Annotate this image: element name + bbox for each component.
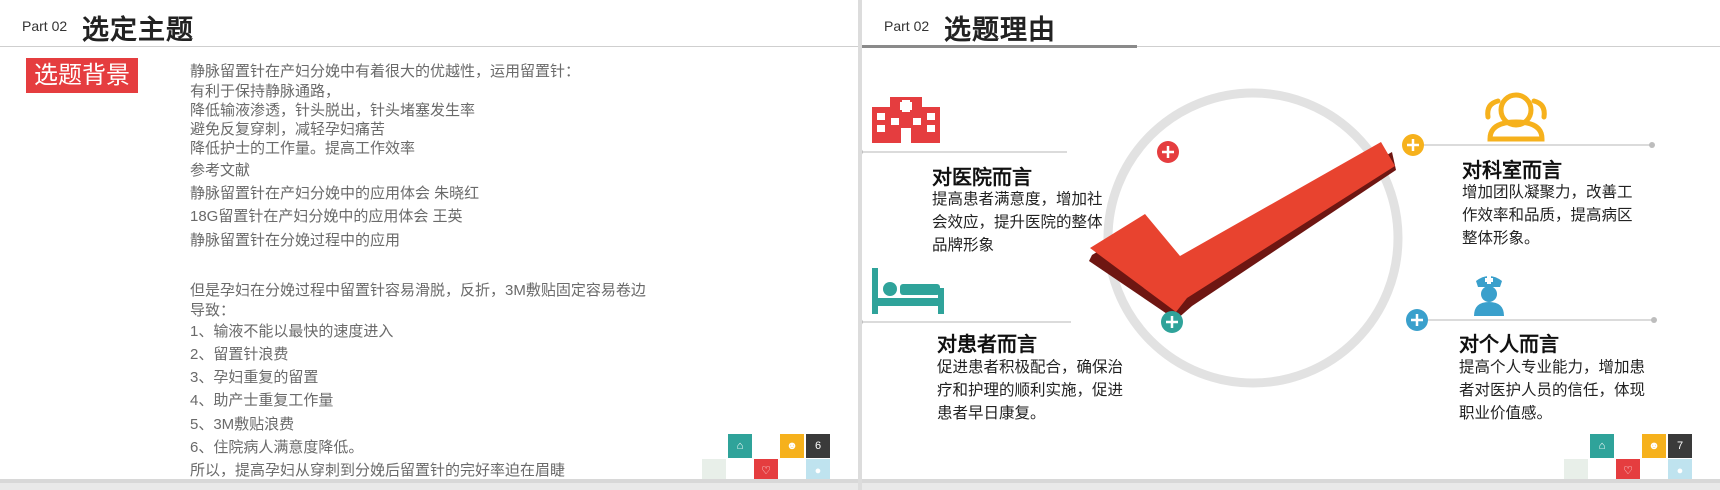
plus-icon-dept <box>1402 134 1424 156</box>
hospital-tile-icon: ⌂ <box>1590 434 1614 458</box>
patient-desc-line: 疗和护理的顺利实施，促进 <box>937 382 1124 399</box>
section-badge: 选题背景 <box>26 58 138 93</box>
nurse-icon <box>1474 276 1504 316</box>
slide-topic-reasons: Part 02 选题理由 对医院而言 提高患者满意度，增加社 会效应，提升医院的… <box>862 0 1720 483</box>
body-line: 4、助产士重复工作量 <box>190 392 334 409</box>
footer-bar <box>0 479 858 483</box>
footer-bar <box>862 479 1720 483</box>
team-icon <box>1485 92 1547 142</box>
hospital-tile-icon: ⌂ <box>728 434 752 458</box>
part-label: Part 02 <box>22 18 68 34</box>
connector-dot <box>1649 142 1655 148</box>
patient-desc-line: 促进患者积极配合，确保治 <box>937 359 1124 376</box>
body-line: 静脉留置针在产妇分娩中的应用体会 朱晓红 <box>190 185 480 202</box>
body-line: 5、3M敷贴浪费 <box>190 416 295 433</box>
body-line: 所以，提高孕妇从穿刺到分娩后留置针的完好率迫在眉睫 <box>190 462 566 479</box>
body-line: 导致： <box>190 302 236 319</box>
hospital-heading: 对医院而言 <box>932 167 1032 189</box>
body-line: 1、输液不能以最快的速度进入 <box>190 323 394 340</box>
title-rule <box>0 46 858 47</box>
body-line: 6、住院病人满意度降低。 <box>190 439 364 456</box>
personal-desc-line: 职业价值感。 <box>1459 405 1553 422</box>
patient-desc-line: 患者早日康复。 <box>937 405 1046 422</box>
team-tile-icon: ☻ <box>780 434 804 458</box>
check-icon <box>1089 142 1396 320</box>
body-line: 降低输液渗透，针头脱出，针头堵塞发生率 <box>190 102 476 119</box>
body-line: 但是孕妇在分娩过程中留置针容易滑脱，反折，3M敷贴固定容易卷边 <box>190 282 646 299</box>
body-line: 3、孕妇重复的留置 <box>190 369 319 386</box>
personal-heading: 对个人而言 <box>1459 334 1559 356</box>
body-line: 有利于保持静脉通路， <box>190 83 341 100</box>
connector-dot <box>1651 317 1657 323</box>
plus-icon-patient <box>1161 311 1183 333</box>
personal-desc-line: 提高个人专业能力，增加患 <box>1459 359 1646 376</box>
body-line: 降低护士的工作量。提高工作效率 <box>190 140 416 157</box>
dept-desc-line: 整体形象。 <box>1462 230 1540 247</box>
body-line: 参考文献 <box>190 162 251 179</box>
body-line: 避免反复穿刺，减轻孕妇痛苦 <box>190 121 386 138</box>
patient-heading: 对患者而言 <box>937 334 1037 356</box>
body-line: 静脉留置针在分娩过程中的应用 <box>190 232 401 249</box>
connector-dot <box>862 149 863 155</box>
body-line: 2、留置针浪费 <box>190 346 289 363</box>
dept-desc-line: 作效率和品质，提高病区 <box>1462 207 1633 224</box>
plus-icon-personal <box>1406 309 1428 331</box>
hospital-desc-line: 品牌形象 <box>932 237 995 254</box>
plus-icon-hospital <box>1157 141 1179 163</box>
page-title: 选定主题 <box>82 15 194 45</box>
team-tile-icon: ☻ <box>1642 434 1666 458</box>
dept-heading: 对科室而言 <box>1462 160 1562 182</box>
page-number: 7 <box>1668 434 1692 458</box>
hospital-desc-line: 会效应，提升医院的整体 <box>932 214 1103 231</box>
connector-dot <box>862 319 863 325</box>
personal-desc-line: 者对医护人员的信任，体现 <box>1459 382 1646 399</box>
hospital-icon <box>872 97 940 143</box>
slide-select-topic: Part 02 选定主题 选题背景 静脉留置针在产妇分娩中有着很大的优越性，运用… <box>0 0 858 483</box>
dept-desc-line: 增加团队凝聚力，改善工 <box>1462 184 1633 201</box>
body-line: 静脉留置针在产妇分娩中有着很大的优越性，运用留置针： <box>190 63 581 80</box>
body-line: 18G留置针在产妇分娩中的应用体会 王英 <box>190 208 463 225</box>
bed-icon <box>872 268 944 314</box>
page-number: 6 <box>806 434 830 458</box>
hospital-desc-line: 提高患者满意度，增加社 <box>932 191 1103 208</box>
